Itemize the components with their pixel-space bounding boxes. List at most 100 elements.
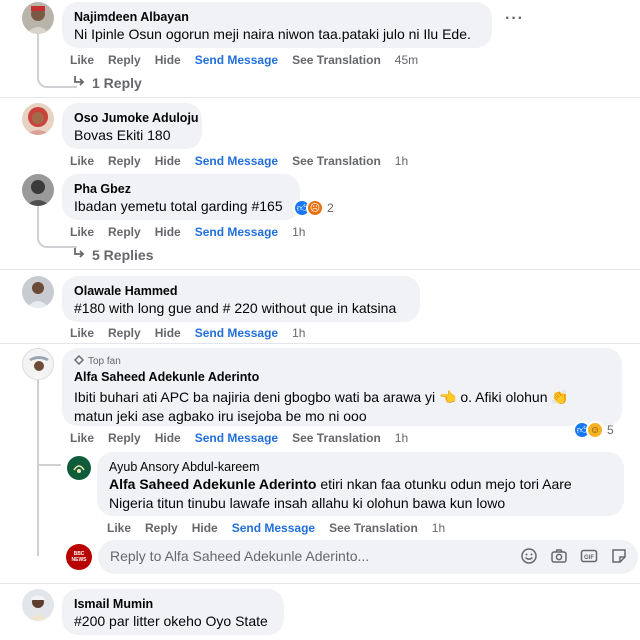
see-translation-button[interactable]: See Translation	[329, 520, 418, 536]
like-button[interactable]: Like	[70, 325, 94, 341]
timestamp[interactable]: 1h	[395, 430, 408, 446]
avatar[interactable]	[22, 276, 54, 308]
comment-author[interactable]: Pha Gbez	[74, 181, 288, 197]
avatar[interactable]	[22, 103, 54, 135]
comment-text: Ibadan yemetu total garding #165	[74, 198, 283, 214]
divider	[0, 97, 640, 98]
thread-line	[37, 380, 39, 556]
view-replies-button[interactable]: 1 Reply	[72, 74, 142, 91]
comment-text-line: o. Afiki olohun	[460, 389, 548, 405]
reply-input[interactable]: Reply to Alfa Saheed Adekunle Aderinto..…	[98, 540, 638, 574]
send-message-button[interactable]: Send Message	[195, 325, 278, 341]
reaction-summary[interactable]: 👍︎ ☹ 2	[293, 199, 334, 217]
comment-author[interactable]: Najimdeen Albayan	[74, 9, 480, 25]
reply-button[interactable]: Reply	[108, 224, 141, 240]
comment-author[interactable]: Alfa Saheed Adekunle Aderinto	[74, 369, 610, 385]
send-message-button[interactable]: Send Message	[195, 224, 278, 240]
comment-text: Ni Ipinle Osun ogorun meji naira niwon t…	[74, 26, 471, 42]
comment-actions: Like Reply Hide Send Message See Transla…	[70, 430, 408, 446]
hide-button[interactable]: Hide	[155, 430, 181, 446]
mention-link[interactable]: Alfa Saheed Adekunle Aderinto	[109, 476, 316, 492]
see-translation-button[interactable]: See Translation	[292, 153, 381, 169]
like-button[interactable]: Like	[70, 153, 94, 169]
angry-reaction-icon: ☹	[306, 199, 324, 217]
comment-author[interactable]: Oso Jumoke Aduloju	[74, 110, 199, 126]
avatar[interactable]	[22, 174, 54, 206]
divider	[0, 583, 640, 584]
gif-icon[interactable]: GIF	[580, 547, 598, 565]
like-button[interactable]: Like	[70, 430, 94, 446]
composer-avatar-text: BBC NEWS	[71, 551, 87, 563]
view-replies-button[interactable]: 5 Replies	[72, 246, 153, 263]
comment-bubble: Olawale Hammed #180 with long gue and # …	[62, 276, 420, 322]
comment-author[interactable]: Ismail Mumin	[74, 596, 272, 612]
see-translation-button[interactable]: See Translation	[292, 430, 381, 446]
hide-button[interactable]: Hide	[192, 520, 218, 536]
reaction-summary[interactable]: 👍︎ ☺ 5	[573, 421, 614, 439]
reply-button[interactable]: Reply	[108, 52, 141, 68]
top-fan-icon	[74, 355, 84, 369]
comment-text: Ibiti buhari ati APC ba najiria deni gbo…	[74, 388, 610, 407]
avatar[interactable]	[22, 589, 54, 621]
timestamp[interactable]: 45m	[395, 52, 418, 68]
like-button[interactable]: Like	[107, 520, 131, 536]
send-message-button[interactable]: Send Message	[195, 52, 278, 68]
svg-text:GIF: GIF	[584, 555, 594, 561]
comment-text-line: Ibiti buhari ati APC ba najiria deni gbo…	[74, 389, 436, 405]
reaction-count: 2	[327, 201, 334, 215]
reply-button[interactable]: Reply	[108, 153, 141, 169]
haha-reaction-icon: ☺	[586, 421, 604, 439]
timestamp[interactable]: 1h	[432, 520, 445, 536]
reply-arrow-icon	[72, 246, 86, 263]
replies-count: 1 Reply	[92, 74, 142, 91]
reply-arrow-icon	[72, 74, 86, 91]
top-fan-badge[interactable]: Top fan	[74, 355, 610, 369]
composer-avatar: BBC NEWS	[66, 544, 92, 570]
reply-bubble: Ayub Ansory Abdul-kareem Alfa Saheed Ade…	[97, 452, 624, 516]
send-message-button[interactable]: Send Message	[232, 520, 315, 536]
reply-button[interactable]: Reply	[108, 430, 141, 446]
reply-text-line: etiri nkan faa otunku odun mejo tori Aar…	[320, 476, 572, 492]
avatar[interactable]	[22, 2, 54, 34]
comment-bubble: Oso Jumoke Aduloju Bovas Ekiti 180	[62, 103, 202, 149]
comment-author[interactable]: Olawale Hammed	[74, 283, 408, 299]
comment-text-line: matun jeki ase agbako iru isejoba be mo …	[74, 408, 367, 424]
comment-actions: Like Reply Hide Send Message See Transla…	[70, 153, 408, 169]
replies-count: 5 Replies	[92, 246, 154, 263]
composer-tools: GIF	[520, 547, 628, 565]
thread-line	[37, 450, 61, 466]
hide-button[interactable]: Hide	[155, 52, 181, 68]
comment-text: Bovas Ekiti 180	[74, 127, 171, 143]
like-button[interactable]: Like	[70, 224, 94, 240]
avatar[interactable]	[22, 348, 54, 380]
timestamp[interactable]: 1h	[395, 153, 408, 169]
top-fan-label: Top fan	[88, 356, 121, 367]
reply-button[interactable]: Reply	[145, 520, 178, 536]
send-message-button[interactable]: Send Message	[195, 153, 278, 169]
see-translation-button[interactable]: See Translation	[292, 52, 381, 68]
divider	[0, 343, 640, 344]
comment-text: #200 par litter okeho Oyo State	[74, 613, 268, 629]
reply-text: Alfa Saheed Adekunle Aderinto etiri nkan…	[109, 475, 612, 494]
hide-button[interactable]: Hide	[155, 224, 181, 240]
hide-button[interactable]: Hide	[155, 153, 181, 169]
more-icon[interactable]: ···	[505, 10, 524, 28]
emoji-icon[interactable]	[520, 547, 538, 565]
clapping-hands-emoji: 👏	[551, 389, 569, 405]
reply-button[interactable]: Reply	[108, 325, 141, 341]
comment-actions: Like Reply Hide Send Message 1h	[70, 325, 305, 341]
timestamp[interactable]: 1h	[292, 325, 305, 341]
send-message-button[interactable]: Send Message	[195, 430, 278, 446]
avatar[interactable]	[67, 456, 91, 480]
sticker-icon[interactable]	[610, 547, 628, 565]
comment-bubble: Top fan Alfa Saheed Adekunle Aderinto Ib…	[62, 348, 622, 426]
comment-bubble: Pha Gbez Ibadan yemetu total garding #16…	[62, 174, 300, 220]
hide-button[interactable]: Hide	[155, 325, 181, 341]
reply-author[interactable]: Ayub Ansory Abdul-kareem	[109, 459, 612, 475]
camera-icon[interactable]	[550, 547, 568, 565]
like-button[interactable]: Like	[70, 52, 94, 68]
timestamp[interactable]: 1h	[292, 224, 305, 240]
comment-actions: Like Reply Hide Send Message See Transla…	[70, 52, 418, 68]
pointing-hand-emoji: 👈	[439, 389, 457, 405]
reply-input-placeholder: Reply to Alfa Saheed Adekunle Aderinto..…	[110, 548, 370, 564]
